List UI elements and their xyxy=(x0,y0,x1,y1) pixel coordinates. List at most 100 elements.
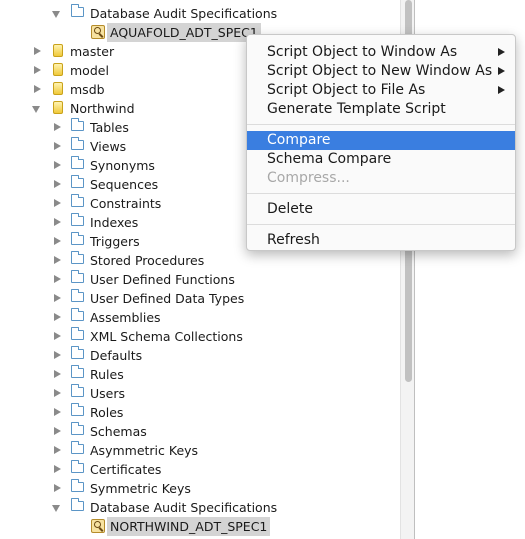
expand-arrow-icon[interactable] xyxy=(32,99,42,118)
folder-icon xyxy=(71,156,84,169)
tree-item-label: Database Audit Specifications xyxy=(90,6,278,21)
menu-item-label: Schema Compare xyxy=(267,151,392,167)
menu-item-label: Compare xyxy=(267,132,331,148)
expand-arrow-icon[interactable] xyxy=(52,289,62,308)
expand-arrow-icon[interactable] xyxy=(32,61,42,80)
folder-icon xyxy=(71,365,84,378)
tree-item-label: Schemas xyxy=(90,424,147,439)
tree-item-label: model xyxy=(70,63,109,78)
folder-icon xyxy=(71,232,84,245)
menu-item-label: Compress... xyxy=(267,170,350,186)
context-menu: Script Object to Window As Script Object… xyxy=(246,34,516,251)
menu-item-refresh[interactable]: Refresh xyxy=(247,231,515,250)
tree-item-label: Rules xyxy=(90,367,124,382)
tree-item-label: Roles xyxy=(90,405,124,420)
folder-icon xyxy=(71,194,84,207)
expand-arrow-icon[interactable] xyxy=(52,460,62,479)
folder-icon xyxy=(71,137,84,150)
tree-item-label: User Defined Data Types xyxy=(90,291,245,306)
tree-item-label: msdb xyxy=(70,82,105,97)
menu-item-label: Generate Template Script xyxy=(267,101,446,117)
tree-item-label: Synonyms xyxy=(90,158,155,173)
folder-icon xyxy=(71,327,84,340)
submenu-arrow-icon xyxy=(498,86,505,94)
expand-arrow-icon[interactable] xyxy=(52,384,62,403)
tree-item-label: Triggers xyxy=(90,234,140,249)
folder-icon xyxy=(71,251,84,264)
tree-item-label: Database Audit Specifications xyxy=(90,500,278,515)
expand-arrow-icon[interactable] xyxy=(52,270,62,289)
expand-arrow-icon[interactable] xyxy=(52,137,62,156)
menu-item-label: Refresh xyxy=(267,232,320,248)
database-icon xyxy=(53,82,63,95)
folder-icon xyxy=(71,175,84,188)
expand-arrow-icon[interactable] xyxy=(52,4,62,23)
folder-icon xyxy=(71,479,84,492)
tree-item-label: Asymmetric Keys xyxy=(90,443,199,458)
tree-item-label: Indexes xyxy=(90,215,139,230)
folder-icon xyxy=(71,270,84,283)
tree-item-label: Tables xyxy=(90,120,129,135)
expand-arrow-icon[interactable] xyxy=(52,498,62,517)
expand-arrow-icon[interactable] xyxy=(52,308,62,327)
menu-item-script-to-file[interactable]: Script Object to File As xyxy=(247,81,515,100)
menu-separator xyxy=(247,193,515,194)
folder-icon xyxy=(71,422,84,435)
expand-arrow-icon[interactable] xyxy=(52,251,62,270)
tree-item-label: master xyxy=(70,44,115,59)
menu-separator xyxy=(247,224,515,225)
expand-arrow-icon[interactable] xyxy=(52,346,62,365)
expand-arrow-icon[interactable] xyxy=(52,213,62,232)
folder-icon xyxy=(71,346,84,359)
tree-item-label: Users xyxy=(90,386,126,401)
folder-icon xyxy=(71,4,84,17)
database-icon xyxy=(53,63,63,76)
expand-arrow-icon[interactable] xyxy=(52,441,62,460)
folder-icon xyxy=(71,213,84,226)
folder-icon xyxy=(71,403,84,416)
tree-item-label: Stored Procedures xyxy=(90,253,205,268)
menu-item-label: Script Object to Window As xyxy=(267,44,458,60)
tree-item-label: Constraints xyxy=(90,196,162,211)
expand-arrow-icon[interactable] xyxy=(52,479,62,498)
tree-item-label: Sequences xyxy=(90,177,159,192)
folder-icon xyxy=(71,441,84,454)
audit-spec-icon xyxy=(91,25,105,39)
expand-arrow-icon[interactable] xyxy=(52,365,62,384)
folder-icon xyxy=(71,460,84,473)
expand-arrow-icon[interactable] xyxy=(52,156,62,175)
tree-item-label: Defaults xyxy=(90,348,143,363)
menu-item-delete[interactable]: Delete xyxy=(247,200,515,219)
tree-item-label: NORTHWIND_ADT_SPEC1 xyxy=(107,517,271,536)
expand-arrow-icon[interactable] xyxy=(52,403,62,422)
menu-item-generate-template[interactable]: Generate Template Script xyxy=(247,100,515,119)
menu-item-label: Script Object to New Window As xyxy=(267,63,493,79)
menu-item-schema-compare[interactable]: Schema Compare xyxy=(247,150,515,169)
audit-spec-icon xyxy=(91,519,105,533)
expand-arrow-icon[interactable] xyxy=(52,194,62,213)
menu-item-compare[interactable]: Compare xyxy=(247,131,515,150)
folder-icon xyxy=(71,289,84,302)
tree-item-label: Assemblies xyxy=(90,310,161,325)
expand-arrow-icon[interactable] xyxy=(52,327,62,346)
menu-item-script-to-window[interactable]: Script Object to Window As xyxy=(247,43,515,62)
folder-icon xyxy=(71,384,84,397)
submenu-arrow-icon xyxy=(498,67,505,75)
expand-arrow-icon[interactable] xyxy=(52,175,62,194)
folder-icon xyxy=(71,308,84,321)
tree-item-label: AQUAFOLD_ADT_SPEC1 xyxy=(107,23,261,42)
menu-item-script-to-new-window[interactable]: Script Object to New Window As xyxy=(247,62,515,81)
expand-arrow-icon[interactable] xyxy=(52,118,62,137)
tree-item-label: Northwind xyxy=(70,101,135,116)
menu-item-label: Script Object to File As xyxy=(267,82,426,98)
expand-arrow-icon[interactable] xyxy=(52,422,62,441)
expand-arrow-icon[interactable] xyxy=(32,42,42,61)
tree-item-label: Views xyxy=(90,139,127,154)
expand-arrow-icon[interactable] xyxy=(32,80,42,99)
expand-arrow-icon[interactable] xyxy=(52,232,62,251)
database-icon xyxy=(53,44,63,57)
tree-item-label: Symmetric Keys xyxy=(90,481,191,496)
menu-separator xyxy=(247,124,515,125)
database-icon xyxy=(53,101,63,114)
submenu-arrow-icon xyxy=(498,48,505,56)
